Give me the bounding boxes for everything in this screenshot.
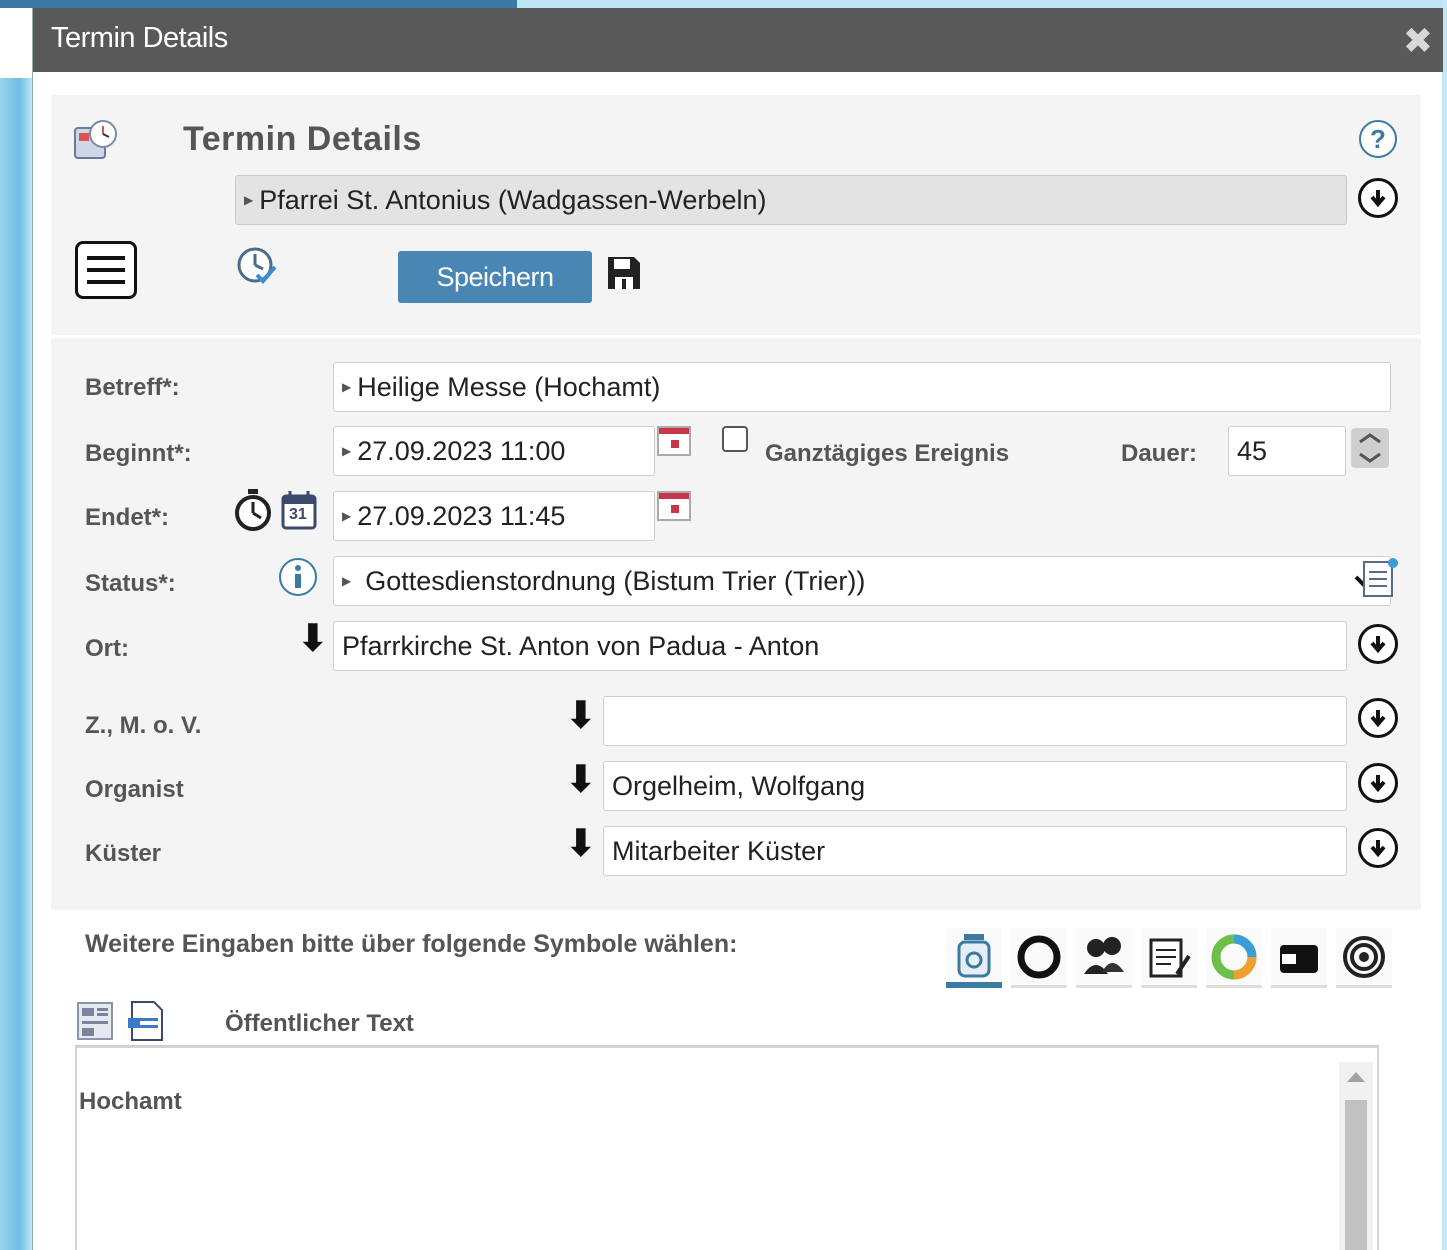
notepad-icon[interactable]	[1141, 928, 1197, 988]
background-app	[0, 0, 32, 1250]
appointment-icon	[73, 118, 119, 164]
background-topbar	[0, 0, 517, 8]
arrow-down-icon	[1370, 840, 1386, 858]
arrow-down-icon[interactable]: ⬇	[565, 761, 597, 799]
target-icon[interactable]	[1336, 928, 1392, 988]
close-icon[interactable]: ✖	[1403, 20, 1433, 62]
calendar-icon[interactable]	[657, 426, 691, 456]
arrow-down-icon[interactable]: ⬇	[565, 825, 597, 863]
calendar-day: 31	[289, 506, 307, 523]
help-icon[interactable]: ?	[1359, 120, 1397, 158]
editor-scrollbar[interactable]	[1339, 1062, 1373, 1250]
end-input[interactable]: ▶ 27.09.2023 11:45	[333, 491, 655, 541]
parish-field[interactable]: ▶ Pfarrei St. Antonius (Wadgassen-Werbel…	[235, 175, 1347, 225]
subject-value: Heilige Messe (Hochamt)	[357, 371, 661, 402]
allday-label: Ganztägiges Ereignis	[765, 440, 1010, 467]
menu-icon[interactable]	[75, 241, 137, 299]
duration-label: Dauer:	[1121, 440, 1198, 467]
stopwatch-icon[interactable]	[233, 488, 273, 532]
expand-icon: ▶	[342, 509, 352, 523]
people-icon[interactable]	[1076, 928, 1132, 988]
arrow-down-icon	[1370, 636, 1386, 654]
end-label: Endet*:	[85, 504, 169, 531]
status-value: Gottesdienstordnung (Bistum Trier (Trier…	[365, 565, 866, 596]
public-text-content: Hochamt	[79, 1088, 182, 1115]
sacristan-value: Mitarbeiter Küster	[612, 835, 826, 866]
clock-check-icon[interactable]	[233, 244, 281, 288]
begin-value: 27.09.2023 11:00	[357, 435, 566, 466]
arrow-down-icon[interactable]: ⬇	[297, 620, 329, 658]
location-value: Pfarrkirche St. Anton von Padua - Anton	[342, 630, 820, 661]
arrow-down-icon	[1370, 190, 1386, 208]
zmov-label: Z., M. o. V.	[85, 712, 202, 739]
stepper-arrows-icon	[1359, 433, 1381, 463]
save-button[interactable]: Speichern	[398, 251, 592, 303]
info-icon[interactable]	[279, 558, 317, 596]
begin-input[interactable]: ▶ 27.09.2023 11:00	[333, 426, 655, 476]
organist-label: Organist	[85, 776, 184, 803]
more-inputs-prompt: Weitere Eingaben bitte über folgende Sym…	[85, 930, 738, 958]
duration-input[interactable]: 45	[1228, 426, 1346, 476]
jar-icon[interactable]	[946, 928, 1002, 988]
status-label: Status*:	[85, 570, 176, 597]
parish-value: Pfarrei St. Antonius (Wadgassen-Werbeln)	[259, 184, 767, 215]
arrow-down-icon[interactable]: ⬇	[565, 697, 597, 735]
pie-icon[interactable]	[1206, 928, 1262, 988]
termin-details-dialog: Termin Details ✖ Termin Details ? ▶ Pfar…	[32, 8, 1443, 1250]
dialog-title: Termin Details	[51, 22, 228, 54]
status-select[interactable]: ▶ Gottesdienstordnung (Bistum Trier (Tri…	[333, 556, 1391, 606]
expand-icon: ▶	[342, 574, 352, 588]
floppy-disk-icon[interactable]	[605, 254, 643, 292]
background-panel	[0, 8, 32, 78]
public-text-title: Öffentlicher Text	[225, 1010, 414, 1037]
organist-select-button[interactable]	[1358, 763, 1398, 803]
expand-icon: ▶	[342, 380, 352, 394]
sacristan-select-button[interactable]	[1358, 828, 1398, 868]
wallet-icon[interactable]	[1271, 928, 1327, 988]
arrow-down-icon	[1370, 710, 1386, 728]
begin-label: Beginnt*:	[85, 440, 192, 467]
recycle-icon[interactable]	[1011, 928, 1067, 988]
calendar-31-icon[interactable]: 31	[281, 490, 317, 530]
location-label: Ort:	[85, 635, 129, 662]
calendar-icon[interactable]	[657, 491, 691, 521]
location-select-button[interactable]	[1358, 624, 1398, 664]
subject-label: Betreff*:	[85, 374, 180, 401]
new-document-icon[interactable]	[1359, 556, 1401, 598]
public-text-editor[interactable]: Hochamt	[75, 1046, 1379, 1250]
sacristan-input[interactable]: Mitarbeiter Küster	[603, 826, 1347, 876]
document-edit-icon[interactable]	[125, 1000, 167, 1042]
expand-icon: ▶	[342, 444, 352, 458]
allday-checkbox[interactable]	[722, 426, 748, 452]
duration-stepper[interactable]	[1351, 428, 1389, 468]
expand-icon: ▶	[244, 193, 254, 207]
page-title: Termin Details	[183, 120, 422, 158]
end-value: 27.09.2023 11:45	[357, 500, 566, 531]
parish-select-button[interactable]	[1358, 178, 1398, 218]
duration-value: 45	[1237, 435, 1268, 466]
background-edge	[1442, 0, 1447, 1250]
organist-value: Orgelheim, Wolfgang	[612, 770, 866, 801]
sacristan-label: Küster	[85, 840, 162, 867]
layout-icon[interactable]	[75, 1000, 115, 1042]
scroll-up-icon[interactable]	[1347, 1072, 1365, 1082]
arrow-down-icon	[1370, 775, 1386, 793]
dialog-titlebar[interactable]: Termin Details ✖	[33, 8, 1443, 72]
subject-input[interactable]: ▶ Heilige Messe (Hochamt)	[333, 362, 1391, 412]
zmov-select-button[interactable]	[1358, 698, 1398, 738]
organist-input[interactable]: Orgelheim, Wolfgang	[603, 761, 1347, 811]
zmov-input[interactable]	[603, 696, 1347, 746]
scroll-thumb[interactable]	[1345, 1100, 1367, 1250]
location-input[interactable]: Pfarrkirche St. Anton von Padua - Anton	[333, 621, 1347, 671]
